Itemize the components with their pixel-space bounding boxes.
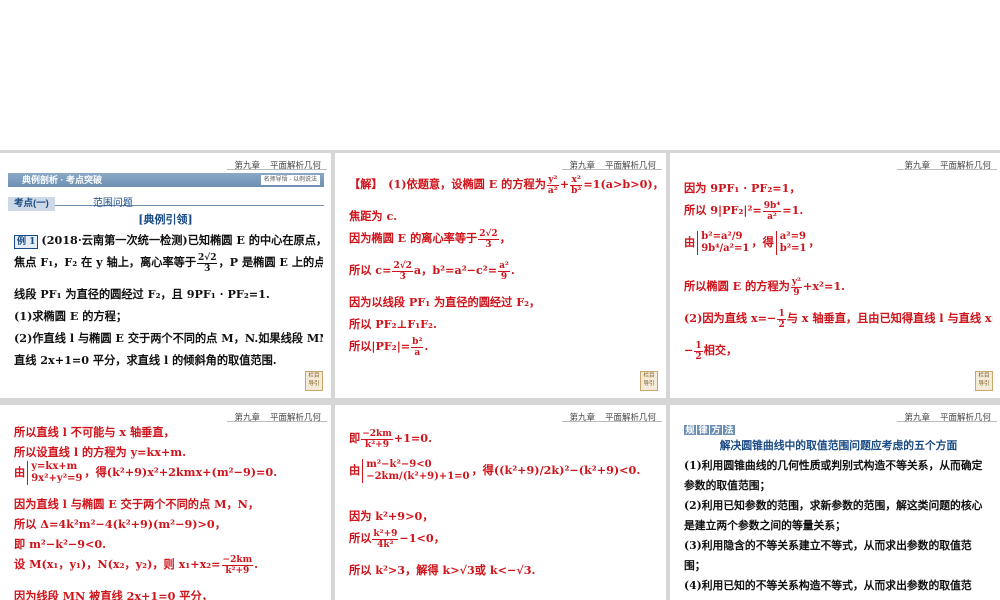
slide-1[interactable]: 第九章 平面解析几何 典例剖析 · 考点突破 名师导悟 · 以例说法 考点(一) 范围… [0, 153, 331, 398]
problem-text: 例 1 (2018·云南第一次统一检测)已知椭圆 E 的中心在原点， 焦点 F₁，… [14, 233, 323, 367]
kaodian-bar: 考点(一) 范围问题 [8, 191, 324, 211]
method-title: 解决圆锥曲线中的取值范围问题应考虑的五个方面 [719, 439, 958, 452]
section-banner: 典例剖析 · 考点突破 名师导悟 · 以例说法 [8, 173, 324, 187]
solution-text: 【解】 (1)依题意，设椭圆 E 的方程为y²a²+x²b²=1(a>b>0)，… [349, 174, 658, 358]
method-text: 规律方法 解决圆锥曲线中的取值范围问题应考虑的五个方面 (1)利用圆锥曲线的几何… [684, 419, 993, 600]
solution-text: 因为 9PF₁ · PF₂=1， 所以 9|PF₂|²= 9b⁴ a² =1. 由 b²… [684, 181, 993, 362]
method-tag: 规律方法 [684, 425, 735, 435]
solution-text: 即 −2km k²+9 +1=0. 由 m²−k²−9<0 −2km/(k²+9)+1=0… [349, 428, 641, 578]
li-header: [典例引领] [138, 213, 193, 226]
slide-3[interactable]: 第九章 平面解析几何 因为 9PF₁ · PF₂=1， 所以 9|PF₂|²= 9b… [670, 153, 1000, 398]
slide-6[interactable]: 第九章 平面解析几何 规律方法 解决圆锥曲线中的取值范围问题应考虑的五个方面 (1… [670, 405, 1000, 600]
nav-button[interactable]: 栏目 导引 [305, 371, 323, 391]
solution-text: 所以直线 l 不可能与 x 轴垂直， 所以设直线 l 的方程为 y=kx+m. … [14, 425, 278, 600]
example-label: 例 1 [14, 235, 39, 249]
slide-2[interactable]: 第九章 平面解析几何 【解】 (1)依题意，设椭圆 E 的方程为 y² a² + x² b²… [335, 153, 666, 398]
slide-5[interactable]: 第九章 平面解析几何 即 −2km k²+9 +1=0. 由 m²−k²−9<0 −2km/… [335, 405, 666, 600]
slide-4[interactable]: 第九章 平面解析几何 所以直线 l 不可能与 x 轴垂直， 所以设直线 l 的方程… [0, 405, 331, 600]
nav-button[interactable]: 栏目 导引 [975, 371, 993, 391]
banner-tag: 名师导悟 · 以例说法 [260, 175, 320, 185]
nav-button[interactable]: 栏目 导引 [640, 371, 658, 391]
